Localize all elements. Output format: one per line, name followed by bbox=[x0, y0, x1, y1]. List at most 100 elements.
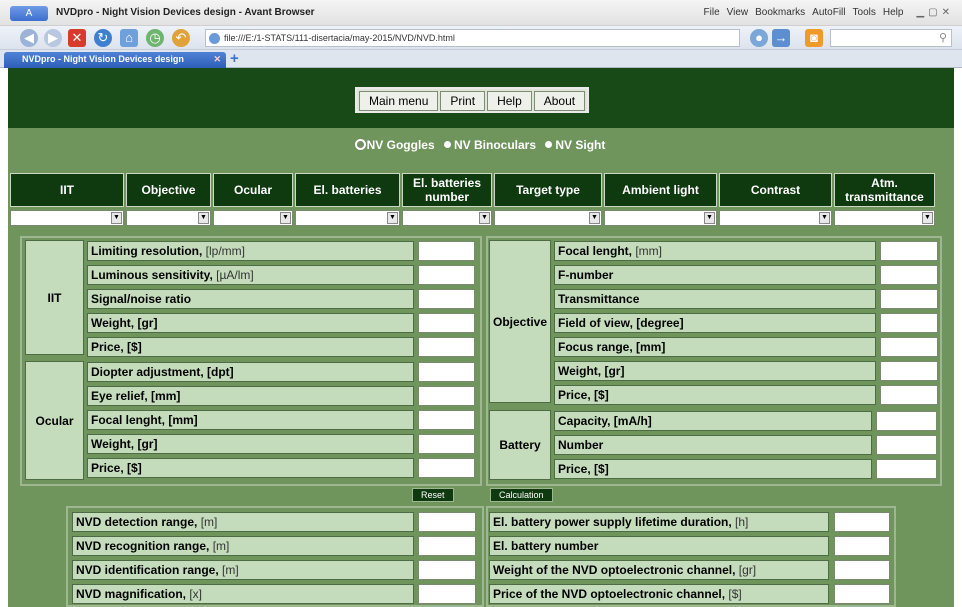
menu-view[interactable]: View bbox=[727, 7, 749, 18]
radio-nv-binoculars[interactable]: NV Binoculars bbox=[443, 138, 536, 152]
objective-select[interactable]: ▼ bbox=[126, 210, 211, 226]
result-right-value-field-3[interactable] bbox=[834, 584, 890, 604]
result-left-value-field-3[interactable] bbox=[418, 584, 476, 604]
radio-nv-goggles[interactable]: NV Goggles bbox=[356, 138, 435, 152]
menu-autofill[interactable]: AutoFill bbox=[812, 7, 845, 18]
ocular-value-field-0[interactable] bbox=[418, 362, 475, 382]
iit-value-field-0[interactable] bbox=[418, 241, 475, 261]
new-tab-icon[interactable]: + bbox=[230, 50, 239, 67]
result-left-label-3: NVD magnification, [x] bbox=[72, 584, 414, 604]
ambient-light-select[interactable]: ▼ bbox=[604, 210, 717, 226]
menu-tools[interactable]: Tools bbox=[853, 7, 876, 18]
result-left-value-field-0[interactable] bbox=[418, 512, 476, 532]
objective-value-field-0[interactable] bbox=[880, 241, 938, 261]
iit-unit-text: [lp/mm] bbox=[205, 244, 246, 258]
ocular-label-text: Price, [$] bbox=[91, 461, 142, 475]
el-batteries-number-select[interactable]: ▼ bbox=[402, 210, 492, 226]
maximize-icon[interactable]: ▢ bbox=[928, 7, 937, 18]
menu-bookmarks[interactable]: Bookmarks bbox=[755, 7, 805, 18]
objective-label-5: Weight, [gr] bbox=[554, 361, 876, 381]
el-batteries-select[interactable]: ▼ bbox=[295, 210, 400, 226]
result-right-label-3: Price of the NVD optoelectronic channel,… bbox=[489, 584, 829, 604]
menu-file[interactable]: File bbox=[704, 7, 720, 18]
minimize-icon[interactable]: ▁ bbox=[916, 7, 924, 18]
battery-label-0: Capacity, [mA/h] bbox=[554, 411, 872, 431]
iit-select[interactable]: ▼ bbox=[10, 210, 124, 226]
objective-value-field-4[interactable] bbox=[880, 337, 938, 357]
ocular-value-field-4[interactable] bbox=[418, 458, 475, 478]
menu-help[interactable]: Help bbox=[883, 7, 904, 18]
chevron-down-icon: ▼ bbox=[704, 212, 715, 224]
iit-value-field-1[interactable] bbox=[418, 265, 475, 285]
iit-value-field-2[interactable] bbox=[418, 289, 475, 309]
search-engine-icon[interactable]: ◙ bbox=[805, 29, 823, 47]
ocular-select[interactable]: ▼ bbox=[213, 210, 293, 226]
iit-value-field-4[interactable] bbox=[418, 337, 475, 357]
iit-label-text: Weight, [gr] bbox=[91, 316, 158, 330]
ocular-label-4: Price, [$] bbox=[87, 458, 414, 478]
tab-nvdpro[interactable]: NVDpro - Night Vision Devices design ✕ bbox=[4, 52, 226, 68]
tab-close-icon[interactable]: ✕ bbox=[213, 52, 221, 67]
iit-value-field-3[interactable] bbox=[418, 313, 475, 333]
objective-label-6: Price, [$] bbox=[554, 385, 876, 405]
forward-icon[interactable]: ▶ bbox=[44, 29, 62, 47]
objective-value-field-5[interactable] bbox=[880, 361, 938, 381]
ocular-category-label: Ocular bbox=[25, 361, 84, 480]
ocular-label-text: Weight, [gr] bbox=[91, 437, 158, 451]
battery-value-field-0[interactable] bbox=[876, 411, 937, 431]
go-icon[interactable]: → bbox=[772, 29, 790, 47]
objective-label-text: Field of view, [degree] bbox=[558, 316, 684, 330]
objective-label-text: Price, [$] bbox=[558, 388, 609, 402]
search-icon: ⚲ bbox=[938, 32, 947, 44]
battery-label-1: Number bbox=[554, 435, 872, 455]
help-button[interactable]: Help bbox=[487, 91, 532, 111]
battery-value-field-2[interactable] bbox=[876, 459, 937, 479]
avant-logo-icon[interactable]: A bbox=[10, 6, 48, 21]
chevron-down-icon: ▼ bbox=[479, 212, 490, 224]
atm-transmittance-select[interactable]: ▼ bbox=[834, 210, 935, 226]
objective-value-field-2[interactable] bbox=[880, 289, 938, 309]
stop-icon[interactable]: ✕ bbox=[68, 29, 86, 47]
battery-value-field-1[interactable] bbox=[876, 435, 937, 455]
search-input[interactable]: ⚲ bbox=[830, 29, 952, 47]
result-left-value-field-1[interactable] bbox=[418, 536, 476, 556]
chevron-down-icon: ▼ bbox=[819, 212, 830, 224]
col-header-ocular: Ocular bbox=[213, 173, 293, 207]
battery-label-text: Price, [$] bbox=[558, 462, 609, 476]
chevron-down-icon: ▼ bbox=[111, 212, 122, 224]
target-type-select[interactable]: ▼ bbox=[494, 210, 602, 226]
objective-value-field-3[interactable] bbox=[880, 313, 938, 333]
home-icon[interactable]: ⌂ bbox=[120, 29, 138, 47]
ocular-value-field-1[interactable] bbox=[418, 386, 475, 406]
objective-value-field-6[interactable] bbox=[880, 385, 938, 405]
result-left-value-field-2[interactable] bbox=[418, 560, 476, 580]
reset-button[interactable]: Reset bbox=[412, 488, 454, 502]
history-icon[interactable]: ◷ bbox=[146, 29, 164, 47]
result-right-unit-text: [gr] bbox=[738, 563, 757, 577]
about-button[interactable]: About bbox=[533, 91, 586, 111]
result-right-value-field-1[interactable] bbox=[834, 536, 890, 556]
radio-nv-sight[interactable]: NV Sight bbox=[545, 138, 605, 152]
col-header-iit: IIT bbox=[10, 173, 124, 207]
ocular-value-field-3[interactable] bbox=[418, 434, 475, 454]
result-right-value-field-2[interactable] bbox=[834, 560, 890, 580]
browser-navbar: ◀ ▶ ✕ ↻ ⌂ ◷ ↶ file:///E:/1-STATS/111-dis… bbox=[0, 26, 962, 50]
result-right-value-field-0[interactable] bbox=[834, 512, 890, 532]
back-icon[interactable]: ◀ bbox=[20, 29, 38, 47]
objective-label-text: Focal lenght, bbox=[558, 244, 636, 258]
result-right-label-text: El. battery power supply lifetime durati… bbox=[493, 515, 736, 529]
print-button[interactable]: Print bbox=[440, 91, 486, 111]
ocular-value-field-2[interactable] bbox=[418, 410, 475, 430]
objective-label-3: Field of view, [degree] bbox=[554, 313, 876, 333]
calculation-button[interactable]: Calculation bbox=[490, 488, 553, 502]
result-left-label-2: NVD identification range, [m] bbox=[72, 560, 414, 580]
objective-value-field-1[interactable] bbox=[880, 265, 938, 285]
undo-icon[interactable]: ↶ bbox=[172, 29, 190, 47]
contrast-select[interactable]: ▼ bbox=[719, 210, 832, 226]
col-header-objective: Objective bbox=[126, 173, 211, 207]
address-bar[interactable]: file:///E:/1-STATS/111-disertacia/may-20… bbox=[205, 29, 740, 47]
feed-icon[interactable]: ● bbox=[750, 29, 768, 47]
main-menu-button[interactable]: Main menu bbox=[359, 91, 439, 111]
close-icon[interactable]: ✕ bbox=[942, 7, 950, 18]
refresh-icon[interactable]: ↻ bbox=[94, 29, 112, 47]
